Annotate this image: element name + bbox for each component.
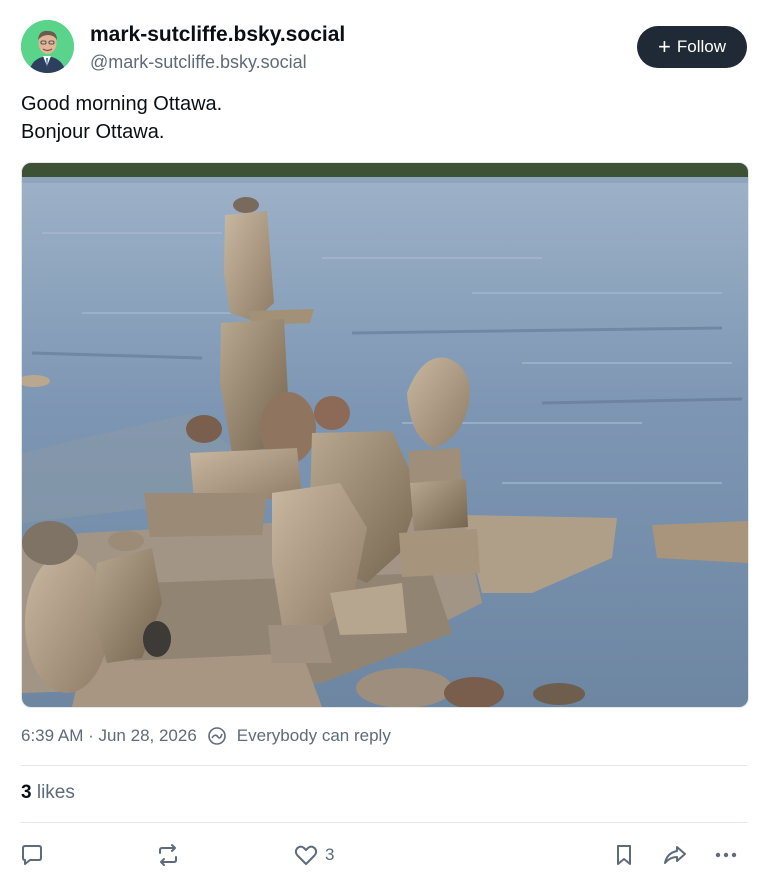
heart-icon — [294, 845, 318, 865]
likes-number: 3 — [21, 782, 32, 803]
like-count: 3 — [325, 845, 335, 864]
more-icon — [715, 852, 737, 858]
avatar[interactable] — [21, 20, 74, 73]
author-names: mark-sutcliffe.bsky.social @mark-sutclif… — [90, 22, 345, 74]
post-line: Good morning Ottawa. — [21, 93, 223, 115]
plus-icon: + — [658, 34, 671, 59]
follow-button[interactable]: + Follow — [637, 26, 747, 68]
reply-button[interactable] — [19, 838, 45, 872]
divider — [21, 822, 747, 823]
likes-count[interactable]: 3 likes — [21, 782, 75, 804]
post-line: Bonjour Ottawa. — [21, 121, 165, 143]
avatar-portrait — [21, 20, 74, 73]
post-header: mark-sutcliffe.bsky.social @mark-sutclif… — [21, 20, 747, 76]
comment-icon — [22, 845, 42, 865]
share-icon — [664, 846, 686, 864]
share-button[interactable] — [662, 838, 688, 872]
follow-label: Follow — [676, 37, 726, 56]
display-name[interactable]: mark-sutcliffe.bsky.social — [90, 22, 345, 48]
bookmark-button[interactable] — [611, 838, 637, 872]
like-button[interactable]: 3 — [293, 838, 334, 872]
post-timestamp[interactable]: 6:39 AM · Jun 28, 2026 — [21, 726, 197, 746]
divider — [21, 765, 747, 766]
author-handle[interactable]: @mark-sutcliffe.bsky.social — [90, 50, 345, 74]
action-bar: 3 — [0, 838, 768, 872]
repost-icon — [159, 844, 177, 866]
post-text: Good morning Ottawa. Bonjour Ottawa. — [21, 90, 222, 146]
post-meta: 6:39 AM · Jun 28, 2026 Everybody can rep… — [21, 726, 391, 746]
stone-sculptures-photo — [22, 163, 748, 707]
reply-setting: Everybody can reply — [236, 726, 391, 745]
more-button[interactable] — [713, 838, 739, 872]
bookmark-icon — [617, 845, 631, 865]
post-image[interactable] — [21, 162, 749, 708]
repost-button[interactable] — [155, 838, 181, 872]
likes-label: likes — [36, 782, 75, 803]
reply-setting-icon — [207, 727, 226, 745]
